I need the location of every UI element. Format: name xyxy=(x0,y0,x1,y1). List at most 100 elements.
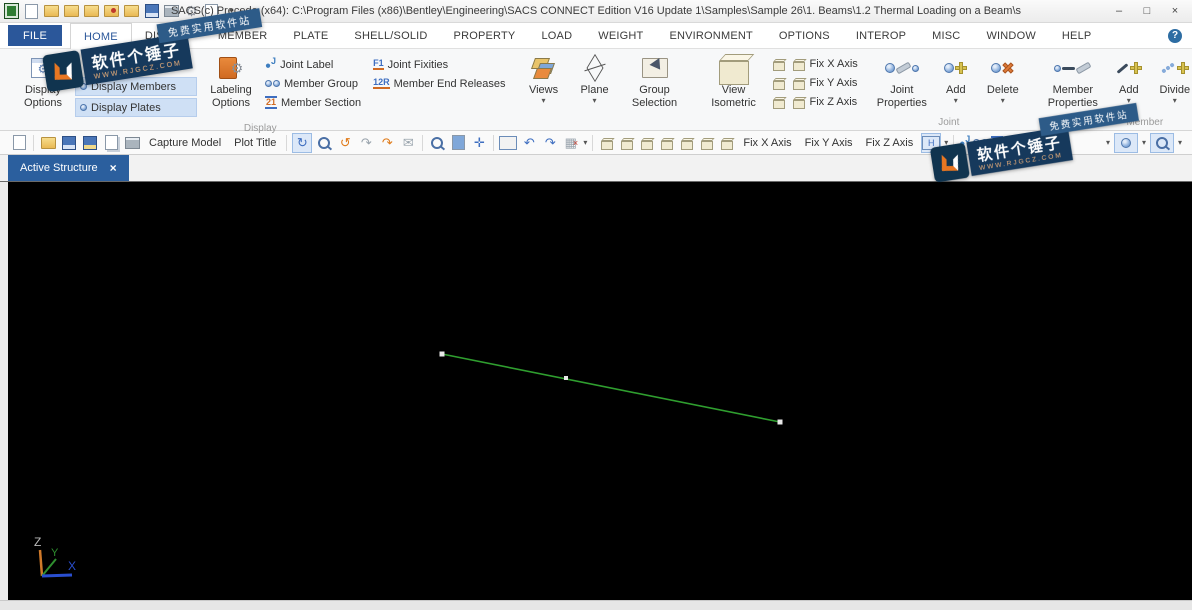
member-properties-icon xyxy=(1054,53,1092,83)
zoom-cursor-dropdown-icon[interactable]: ▾ xyxy=(1178,138,1182,147)
rotate-icon[interactable]: ↺ xyxy=(336,134,354,152)
new-file-icon[interactable] xyxy=(10,134,28,152)
tab-interop[interactable]: INTEROP xyxy=(843,23,919,48)
zoom-icon[interactable] xyxy=(428,134,446,152)
cube-icon[interactable] xyxy=(772,80,785,90)
member-divide-dropdown-icon[interactable]: ▾ xyxy=(1173,96,1177,105)
import-icon[interactable] xyxy=(124,4,139,18)
beam-drawing[interactable] xyxy=(8,182,1192,600)
joint-properties-button[interactable]: Joint Properties xyxy=(871,51,933,111)
open-model-icon[interactable] xyxy=(84,4,99,18)
capture-model-button[interactable]: Capture Model xyxy=(144,137,226,149)
member-properties-button[interactable]: Member Properties xyxy=(1039,51,1107,111)
redo-view-icon[interactable]: ↷ xyxy=(378,134,396,152)
fix-y-axis-button[interactable]: Fix Y Axis xyxy=(800,137,858,149)
display-plates-toggle[interactable]: Display Plates xyxy=(75,98,197,117)
cube-icon[interactable] xyxy=(641,140,654,150)
close-button[interactable]: × xyxy=(1162,3,1188,20)
copy-icon[interactable] xyxy=(102,134,120,152)
tab-load[interactable]: LOAD xyxy=(528,23,585,48)
joint-sphere-dropdown-icon[interactable]: ▾ xyxy=(1142,138,1146,147)
tab-misc[interactable]: MISC xyxy=(919,23,973,48)
open-marked-icon[interactable] xyxy=(104,4,119,18)
cube-icon[interactable] xyxy=(792,61,805,71)
toolbar-dropdown-icon[interactable]: ▾ xyxy=(583,138,587,147)
save-icon[interactable] xyxy=(144,4,159,18)
mail-view-icon[interactable]: ✉ xyxy=(399,134,417,152)
joint-delete-button[interactable]: Delete ▾ xyxy=(979,51,1027,107)
views-dropdown-icon[interactable]: ▾ xyxy=(542,96,546,105)
plane-button[interactable]: Plane ▾ xyxy=(571,51,619,107)
joint-fixities-button[interactable]: F1 Joint Fixities xyxy=(373,56,505,73)
tab-property[interactable]: PROPERTY xyxy=(441,23,529,48)
open-folder-icon[interactable] xyxy=(44,4,59,18)
model-canvas[interactable]: Z Y X xyxy=(8,182,1192,600)
minimize-button[interactable]: – xyxy=(1106,3,1132,20)
labeling-gear-icon: ⚙ xyxy=(230,60,244,76)
joint-delete-dropdown-icon[interactable]: ▾ xyxy=(1001,96,1005,105)
cube-icon[interactable] xyxy=(621,140,634,150)
cube-icon[interactable] xyxy=(701,140,714,150)
zoom-cursor-button[interactable] xyxy=(1149,132,1174,153)
tab-weight[interactable]: WEIGHT xyxy=(585,23,656,48)
view-isometric-button[interactable]: View Isometric xyxy=(701,51,767,111)
labeling-options-button[interactable]: ⚙ Labeling Options xyxy=(200,51,262,111)
redo-icon[interactable]: ↷ xyxy=(541,134,559,152)
new-file-icon[interactable] xyxy=(24,3,39,19)
plane-dropdown-icon[interactable]: ▾ xyxy=(593,96,597,105)
cube-icon[interactable] xyxy=(772,99,785,109)
views-icon xyxy=(530,57,556,79)
tab-close-icon[interactable]: × xyxy=(110,161,117,175)
save-as-icon[interactable] xyxy=(81,134,99,152)
orbit-icon[interactable]: ↷ xyxy=(357,134,375,152)
tab-file[interactable]: FILE xyxy=(8,25,63,46)
joint-add-dropdown-icon[interactable]: ▾ xyxy=(954,96,958,105)
print-icon[interactable] xyxy=(164,4,179,18)
fix-y-axis-row[interactable]: Fix Y Axis xyxy=(770,73,858,92)
active-structure-tab[interactable]: Active Structure × xyxy=(8,155,129,181)
tab-plate[interactable]: PLATE xyxy=(280,23,341,48)
plot-title-button[interactable]: Plot Title xyxy=(229,137,281,149)
joint-label-button[interactable]: ●J Joint Label xyxy=(265,56,361,73)
layers-icon[interactable] xyxy=(449,134,467,152)
group-selection-button[interactable]: Group Selection xyxy=(621,51,689,111)
pan-icon[interactable]: ✛ xyxy=(470,134,488,152)
member-group-button[interactable]: Member Group xyxy=(265,75,361,92)
fix-z-axis-button[interactable]: Fix Z Axis xyxy=(861,137,919,149)
fix-z-axis-row[interactable]: Fix Z Axis xyxy=(770,92,858,111)
print-icon[interactable] xyxy=(123,134,141,152)
fix-x-axis-row[interactable]: Fix X Axis xyxy=(770,54,858,73)
open-folder-icon[interactable] xyxy=(39,134,57,152)
tab-options[interactable]: OPTIONS xyxy=(766,23,843,48)
member-end-releases-button[interactable]: 12R Member End Releases xyxy=(373,75,506,92)
refresh-icon[interactable]: ↻ xyxy=(292,132,313,153)
cube-icon[interactable] xyxy=(681,140,694,150)
cube-icon[interactable] xyxy=(661,140,674,150)
joint-sphere-button[interactable] xyxy=(1113,132,1138,153)
tab-environment[interactable]: ENVIRONMENT xyxy=(656,23,765,48)
joint-add-button[interactable]: Add ▾ xyxy=(935,51,977,107)
tab-window[interactable]: WINDOW xyxy=(973,23,1048,48)
right-dropdown-icon[interactable]: ▾ xyxy=(1106,138,1110,147)
tab-help[interactable]: HELP xyxy=(1049,23,1105,48)
open-recent-icon[interactable] xyxy=(64,4,79,18)
cube-icon[interactable] xyxy=(601,140,614,150)
zoom-select-icon[interactable] xyxy=(315,134,333,152)
cube-icon[interactable] xyxy=(721,140,734,150)
undo-icon[interactable]: ↶ xyxy=(520,134,538,152)
settings-gear-icon[interactable]: ⚙ xyxy=(184,4,199,18)
help-icon[interactable]: ? xyxy=(1168,28,1182,43)
cube-icon[interactable] xyxy=(792,80,805,90)
cube-icon[interactable] xyxy=(792,99,805,109)
member-divide-button[interactable]: Divide ▾ xyxy=(1151,51,1192,107)
member-section-button[interactable]: 21 Member Section xyxy=(265,94,361,111)
save-icon[interactable] xyxy=(60,134,78,152)
tab-shell-solid[interactable]: SHELL/SOLID xyxy=(341,23,440,48)
cube-icon[interactable] xyxy=(772,61,785,71)
maximize-button[interactable]: □ xyxy=(1134,3,1160,20)
member-add-button[interactable]: Add ▾ xyxy=(1109,51,1149,107)
fix-x-axis-button[interactable]: Fix X Axis xyxy=(738,137,796,149)
delete-view-icon[interactable]: ▦ × xyxy=(562,134,580,152)
views-button[interactable]: Views ▾ xyxy=(519,51,569,107)
window-view-icon[interactable] xyxy=(499,134,518,152)
